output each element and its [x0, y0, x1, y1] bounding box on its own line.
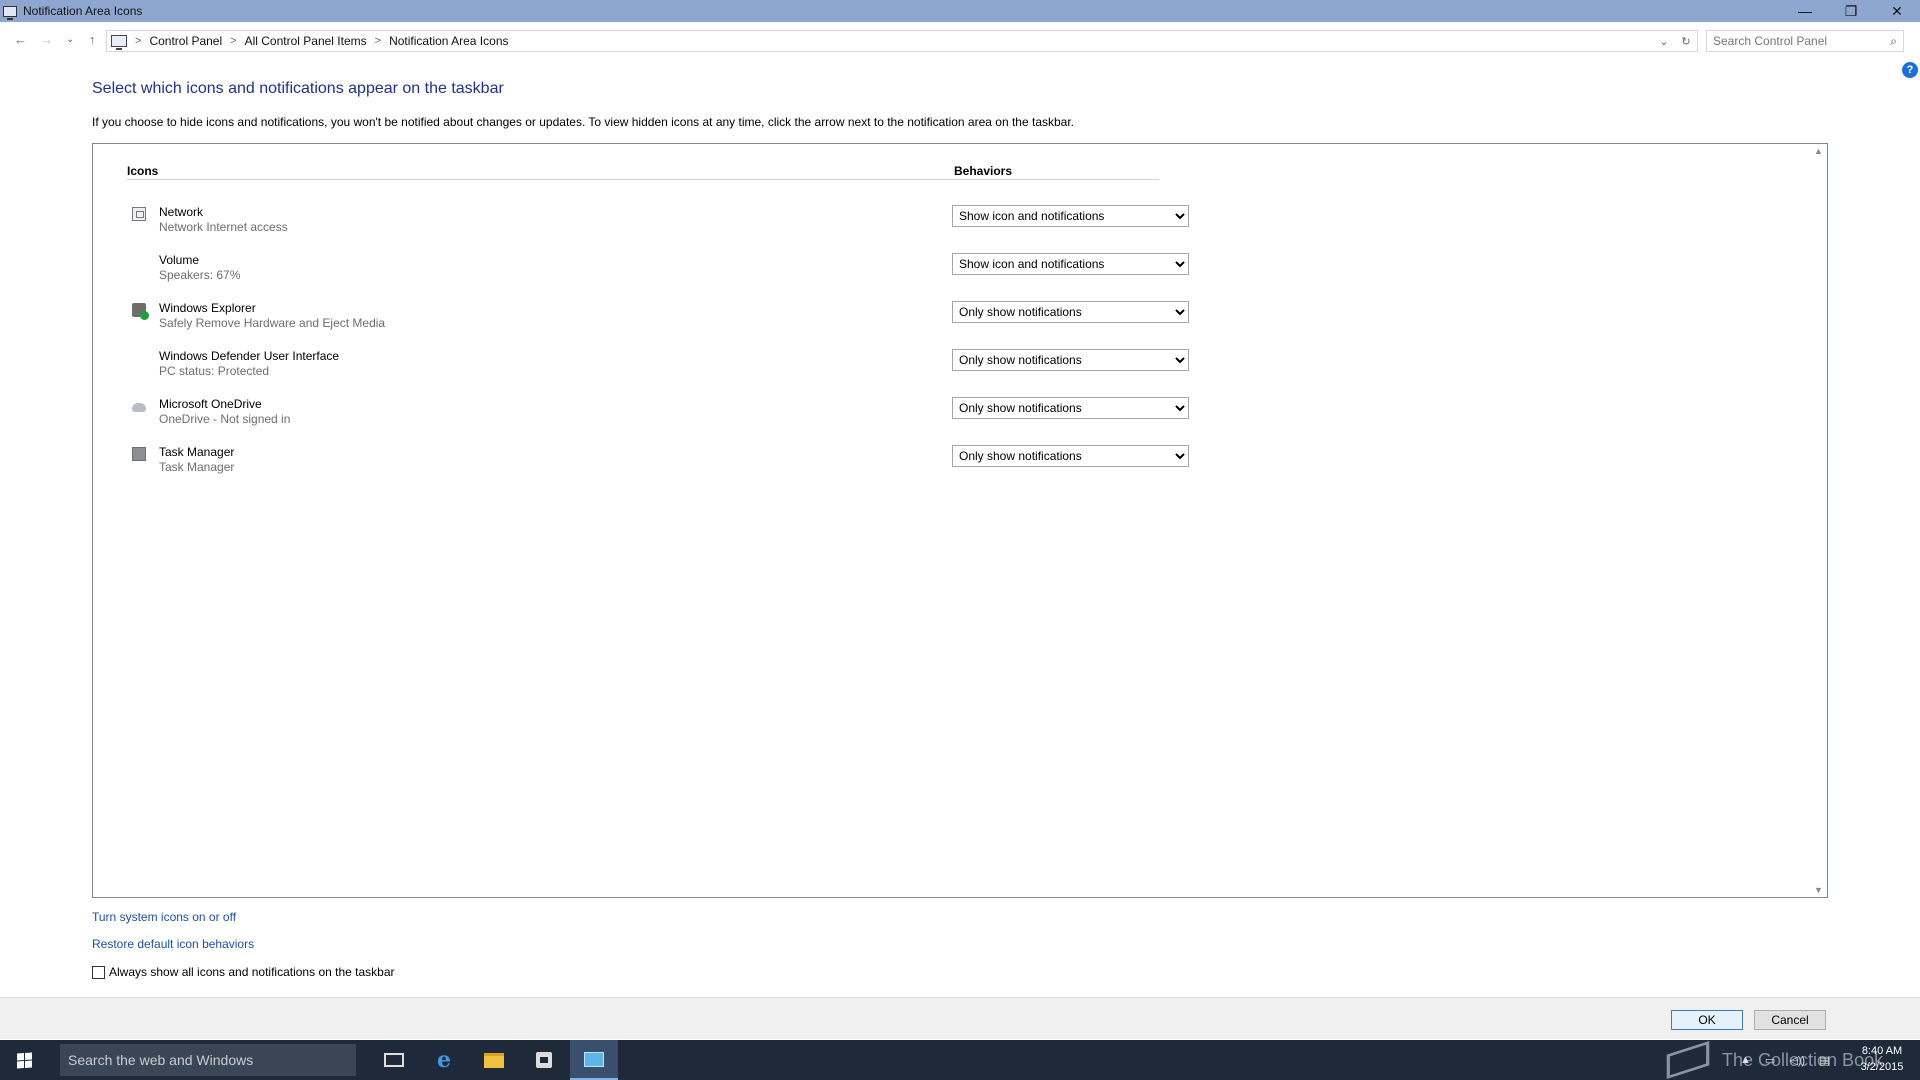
- page-description: If you choose to hide icons and notifica…: [92, 115, 1075, 129]
- list-item: Network Network Internet access Show ico…: [93, 205, 1293, 245]
- taskbar-search[interactable]: Search the web and Windows: [60, 1044, 356, 1076]
- defender-icon: [132, 351, 146, 365]
- chevron-right-icon[interactable]: >: [230, 35, 236, 47]
- item-name: Task Manager: [159, 445, 235, 459]
- item-description: Safely Remove Hardware and Eject Media: [159, 316, 386, 330]
- behavior-select[interactable]: Show icon and notificationsHide icon and…: [952, 205, 1189, 227]
- clock-time: 8:40 AM: [1861, 1045, 1903, 1057]
- address-bar[interactable]: > Control Panel > All Control Panel Item…: [106, 30, 1698, 52]
- address-actions: ⌄ ↻: [1653, 31, 1697, 51]
- network-tray-icon[interactable]: ▭: [1765, 1054, 1775, 1067]
- page-title: Select which icons and notifications app…: [92, 80, 504, 97]
- task-view-icon: [384, 1053, 404, 1067]
- network-icon: [132, 207, 146, 221]
- list-item: Volume Speakers: 67% Show icon and notif…: [93, 253, 1293, 293]
- file-explorer-button[interactable]: [470, 1040, 518, 1080]
- item-description: OneDrive - Not signed in: [159, 412, 291, 426]
- store-button[interactable]: [520, 1040, 568, 1080]
- taskbar-clock[interactable]: 8:40 AM 3/2/2015: [1854, 1043, 1910, 1075]
- control-panel-taskbar-button[interactable]: [570, 1040, 618, 1080]
- item-name: Microsoft OneDrive: [159, 397, 262, 411]
- close-button[interactable]: ✕: [1874, 0, 1920, 22]
- task-view-button[interactable]: [370, 1040, 418, 1080]
- item-description: Network Internet access: [159, 220, 288, 234]
- window-controls: — ❐ ✕: [1782, 0, 1920, 22]
- onedrive-icon: [132, 403, 146, 412]
- always-show-checkbox[interactable]: [92, 965, 105, 979]
- icons-list-panel: Icons Behaviors Network Network Internet…: [92, 143, 1828, 898]
- breadcrumb-all-items[interactable]: All Control Panel Items: [245, 34, 367, 48]
- system-tray: ▲ ▭ ◁)) ▤: [1740, 1040, 1844, 1080]
- start-button[interactable]: [0, 1040, 48, 1080]
- restore-defaults-link[interactable]: Restore default icon behaviors: [92, 937, 254, 951]
- title-bar: Notification Area Icons — ❐ ✕: [0, 0, 1920, 22]
- item-name: Network: [159, 205, 204, 219]
- window-title: Notification Area Icons: [23, 4, 143, 18]
- chevron-right-icon[interactable]: >: [375, 35, 381, 47]
- column-header-icons: Icons: [127, 164, 159, 178]
- behavior-select[interactable]: Show icon and notificationsHide icon and…: [952, 445, 1189, 467]
- forward-arrow-icon[interactable]: →: [40, 32, 53, 47]
- action-center-icon[interactable]: ▤: [1819, 1054, 1829, 1067]
- dialog-footer: OK Cancel: [0, 997, 1920, 1039]
- vertical-scrollbar[interactable]: ▲ ▼: [1811, 144, 1827, 897]
- help-icon[interactable]: ?: [1902, 62, 1918, 78]
- list-item: Windows Defender User Interface PC statu…: [93, 349, 1293, 389]
- volume-icon: [132, 255, 146, 269]
- always-show-label: Always show all icons and notifications …: [109, 965, 395, 979]
- breadcrumb-control-panel[interactable]: Control Panel: [149, 34, 222, 48]
- item-description: Speakers: 67%: [159, 268, 241, 282]
- cancel-button[interactable]: Cancel: [1754, 1010, 1826, 1030]
- turn-system-icons-link[interactable]: Turn system icons on or off: [92, 910, 236, 924]
- explorer-icon: [132, 303, 149, 320]
- windows-logo-icon: [16, 1051, 32, 1069]
- column-header-behaviors: Behaviors: [954, 164, 1013, 178]
- search-box[interactable]: ⌕: [1706, 30, 1904, 52]
- recent-locations-icon[interactable]: ⌄: [66, 34, 74, 45]
- chevron-right-icon[interactable]: >: [135, 35, 141, 47]
- search-input[interactable]: [1713, 34, 1873, 48]
- item-description: PC status: Protected: [159, 364, 270, 378]
- breadcrumb-notification-area-icons[interactable]: Notification Area Icons: [389, 34, 508, 48]
- restore-button[interactable]: ❐: [1828, 0, 1874, 22]
- header-divider: [127, 179, 1159, 180]
- control-panel-icon: [3, 5, 17, 20]
- item-name: Volume: [159, 253, 200, 267]
- scroll-up-icon[interactable]: ▲: [1814, 146, 1823, 156]
- minimize-button[interactable]: —: [1782, 0, 1828, 22]
- back-arrow-icon[interactable]: ←: [14, 32, 27, 47]
- internet-explorer-icon: e: [437, 1047, 451, 1073]
- list-item: Windows Explorer Safely Remove Hardware …: [93, 301, 1293, 341]
- internet-explorer-button[interactable]: e: [420, 1040, 468, 1080]
- always-show-option[interactable]: Always show all icons and notifications …: [92, 965, 395, 979]
- task-manager-icon: [132, 447, 146, 461]
- address-row: ← → ⌄ ↑ > Control Panel > All Control Pa…: [0, 22, 1920, 60]
- clock-date: 3/2/2015: [1860, 1061, 1904, 1073]
- taskbar: Search the web and Windows e: [0, 1040, 1920, 1080]
- chevron-down-icon[interactable]: ⌄: [1653, 35, 1675, 48]
- item-description: Task Manager: [159, 460, 235, 474]
- scroll-down-icon[interactable]: ▼: [1814, 885, 1823, 895]
- show-hidden-icons-icon[interactable]: ▲: [1740, 1054, 1751, 1066]
- control-panel-icon: [111, 35, 127, 50]
- behavior-select[interactable]: Show icon and notificationsHide icon and…: [952, 301, 1189, 323]
- behavior-select[interactable]: Show icon and notificationsHide icon and…: [952, 349, 1189, 371]
- item-name: Windows Defender User Interface: [159, 349, 340, 363]
- up-arrow-icon[interactable]: ↑: [89, 32, 96, 47]
- list-item: Task Manager Task Manager Show icon and …: [93, 445, 1293, 485]
- list-item: Microsoft OneDrive OneDrive - Not signed…: [93, 397, 1293, 437]
- behavior-select[interactable]: Show icon and notificationsHide icon and…: [952, 253, 1189, 275]
- search-icon[interactable]: ⌕: [1890, 34, 1897, 49]
- control-panel-icon: [584, 1051, 604, 1067]
- ok-button[interactable]: OK: [1671, 1010, 1743, 1030]
- book-icon: [1666, 1040, 1710, 1080]
- store-icon: [536, 1052, 552, 1068]
- item-name: Windows Explorer: [159, 301, 256, 315]
- volume-tray-icon[interactable]: ◁)): [1789, 1054, 1805, 1067]
- folder-icon: [484, 1052, 504, 1068]
- refresh-icon[interactable]: ↻: [1675, 35, 1697, 48]
- behavior-select[interactable]: Show icon and notificationsHide icon and…: [952, 397, 1189, 419]
